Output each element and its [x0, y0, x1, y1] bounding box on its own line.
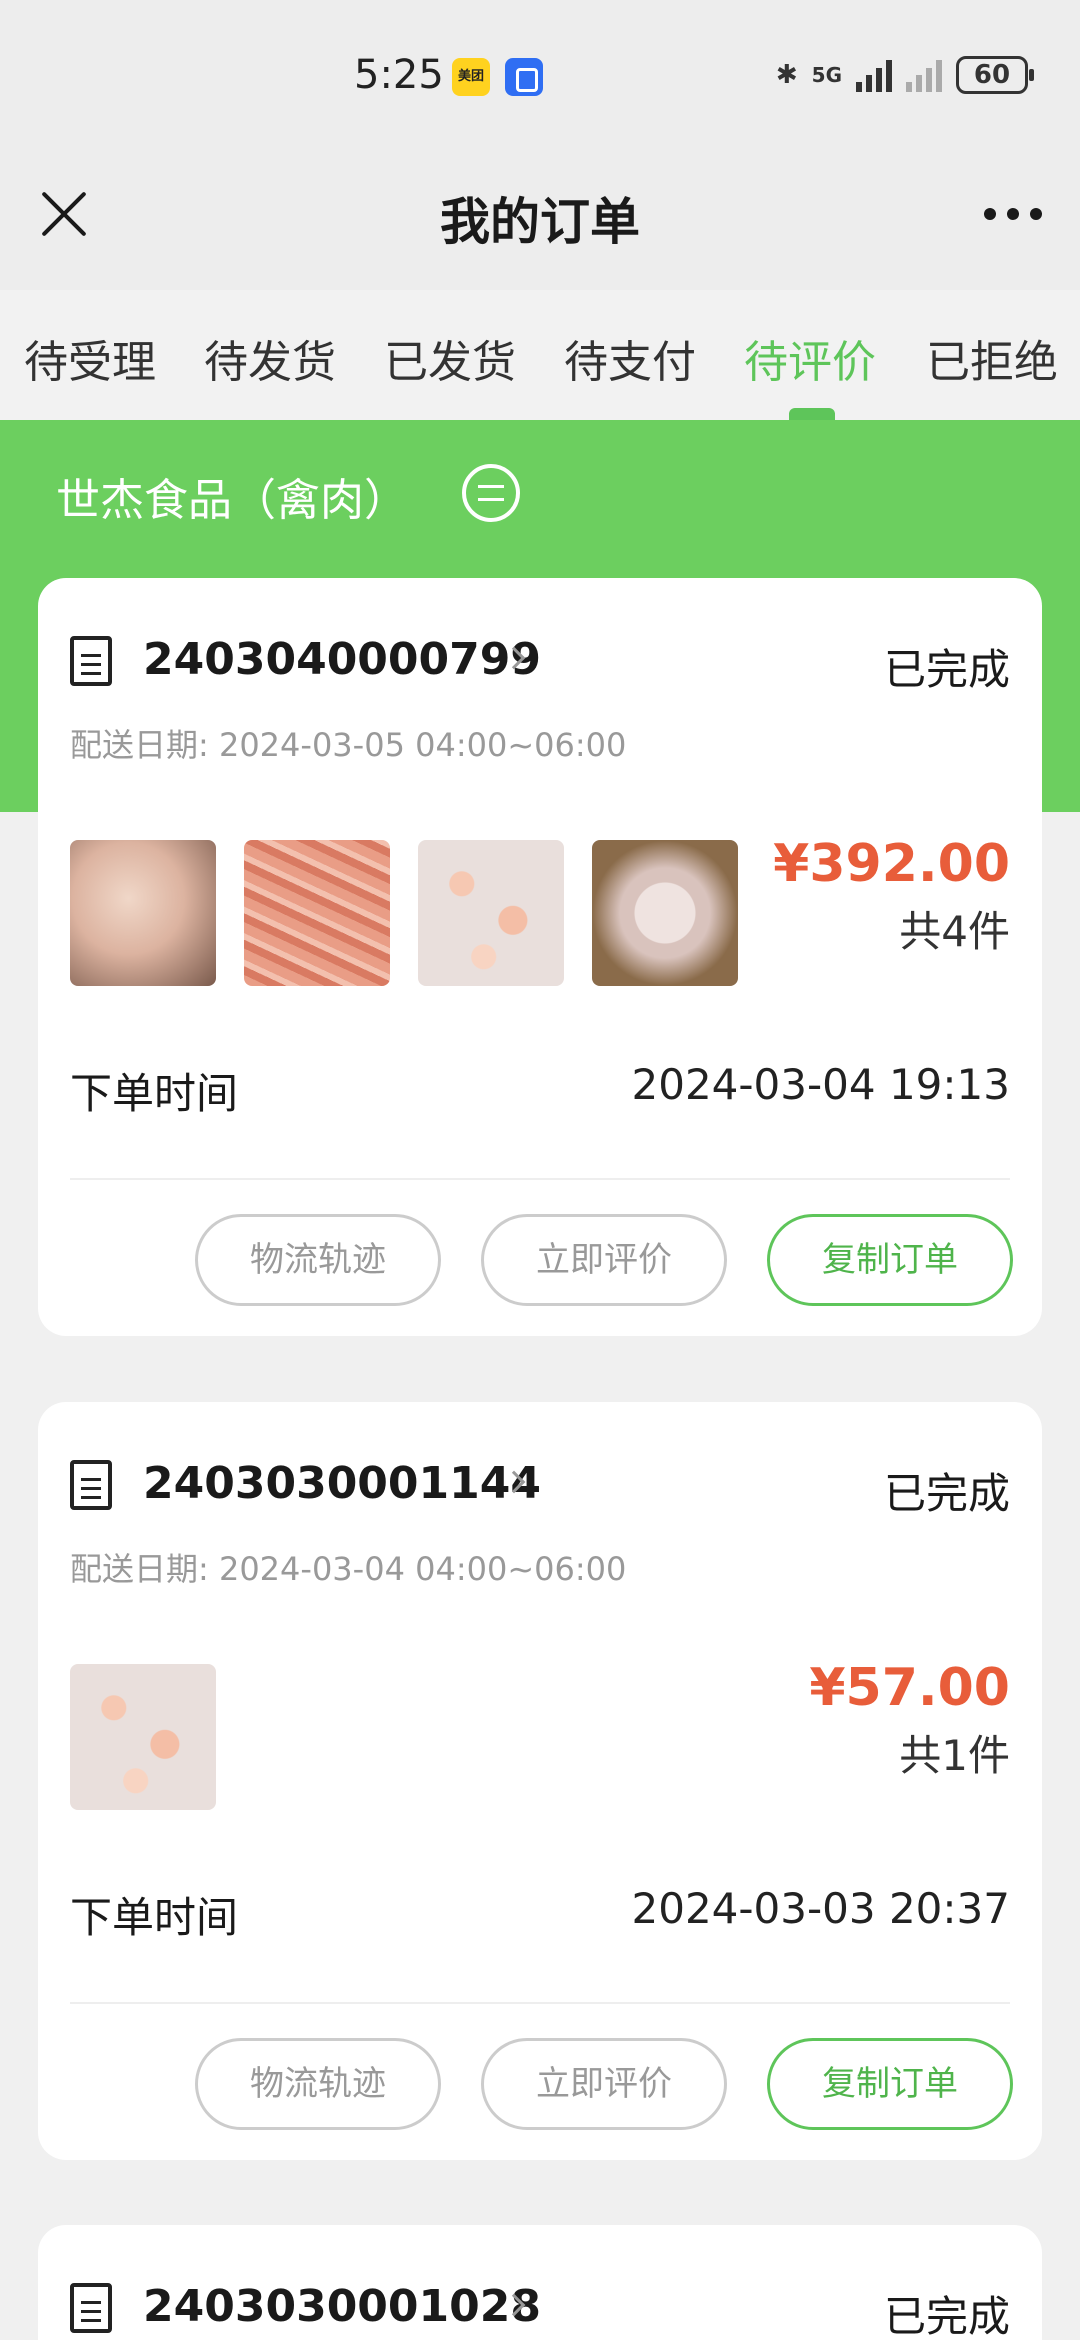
- product-image-diced-chicken: [70, 1664, 216, 1810]
- switch-shop-icon[interactable]: [462, 464, 520, 522]
- network-type: 5G: [811, 63, 842, 87]
- divider: [70, 1178, 1010, 1180]
- divider: [70, 2002, 1010, 2004]
- shop-name[interactable]: 世杰食品（禽肉）: [56, 464, 408, 528]
- order-time: 2024-03-03 20:37: [631, 1884, 1010, 1933]
- item-count: 共4件: [899, 907, 1010, 956]
- document-icon: [70, 1460, 112, 1510]
- status-time: 5:25: [354, 52, 444, 98]
- page-title: 我的订单: [440, 193, 640, 251]
- product-image-diced-chicken: [418, 840, 564, 986]
- order-card: 2403030001144 已完成 配送日期: 2024-03-04 04:00…: [38, 1402, 1042, 2160]
- product-image-shredded-chicken: [244, 840, 390, 986]
- battery-icon: 60: [956, 56, 1034, 94]
- tab-pending-accept[interactable]: 待受理: [24, 326, 156, 390]
- product-thumbnails[interactable]: [70, 840, 738, 986]
- order-status: 已完成: [883, 2292, 1010, 2340]
- document-icon: [70, 636, 112, 686]
- order-price: ¥392.00: [773, 834, 1010, 894]
- status-indicators: ✱ 5G 60: [775, 56, 1034, 94]
- tab-pending-review[interactable]: 待评价: [744, 326, 876, 390]
- order-number[interactable]: 2403040000799: [143, 634, 541, 685]
- logistics-button[interactable]: 物流轨迹: [195, 1214, 441, 1306]
- order-price: ¥57.00: [809, 1658, 1010, 1718]
- order-time-label: 下单时间: [70, 1893, 239, 1942]
- copy-order-button[interactable]: 复制订单: [767, 2038, 1013, 2130]
- bluetooth-icon: ✱: [775, 60, 798, 90]
- order-status: 已完成: [883, 1469, 1010, 1518]
- more-icon[interactable]: [984, 208, 1042, 220]
- delivery-date: 配送日期: 2024-03-05 04:00~06:00: [70, 726, 627, 764]
- copy-order-button[interactable]: 复制订单: [767, 1214, 1013, 1306]
- signal-secondary-icon: [906, 58, 942, 92]
- app-notification-icon: [505, 58, 543, 96]
- order-card: 2403040000799 已完成 配送日期: 2024-03-05 04:00…: [38, 578, 1042, 1336]
- order-number[interactable]: 2403030001028: [143, 2281, 541, 2332]
- product-image-chicken-legs: [70, 840, 216, 986]
- logistics-button[interactable]: 物流轨迹: [195, 2038, 441, 2130]
- nav-bar: 我的订单: [0, 150, 1080, 290]
- review-button[interactable]: 立即评价: [481, 1214, 727, 1306]
- order-time-label: 下单时间: [70, 1069, 239, 1118]
- delivery-date: 配送日期: 2024-03-04 04:00~06:00: [70, 1550, 627, 1588]
- order-card: 2403030001028 已完成: [38, 2225, 1042, 2340]
- review-button[interactable]: 立即评价: [481, 2038, 727, 2130]
- signal-icon: [856, 58, 892, 92]
- product-image-chicken-pieces: [592, 840, 738, 986]
- active-tab-indicator: [789, 408, 835, 420]
- document-icon: [70, 2283, 112, 2333]
- order-status: 已完成: [883, 645, 1010, 694]
- tab-shipped[interactable]: 已发货: [384, 326, 516, 390]
- tab-rejected[interactable]: 已拒绝: [926, 326, 1058, 390]
- order-time: 2024-03-04 19:13: [631, 1060, 1010, 1109]
- meituan-app-icon: 美团: [452, 58, 490, 96]
- tab-pending-ship[interactable]: 待发货: [204, 326, 336, 390]
- product-thumbnails[interactable]: [70, 1664, 216, 1810]
- order-number[interactable]: 2403030001144: [143, 1458, 541, 1509]
- order-tabs: 待受理 待发货 已发货 待支付 待评价 已拒绝: [0, 290, 1080, 420]
- item-count: 共1件: [899, 1731, 1010, 1780]
- tab-pending-pay[interactable]: 待支付: [564, 326, 696, 390]
- status-bar: 5:25 美团 ✱ 5G 60: [0, 0, 1080, 150]
